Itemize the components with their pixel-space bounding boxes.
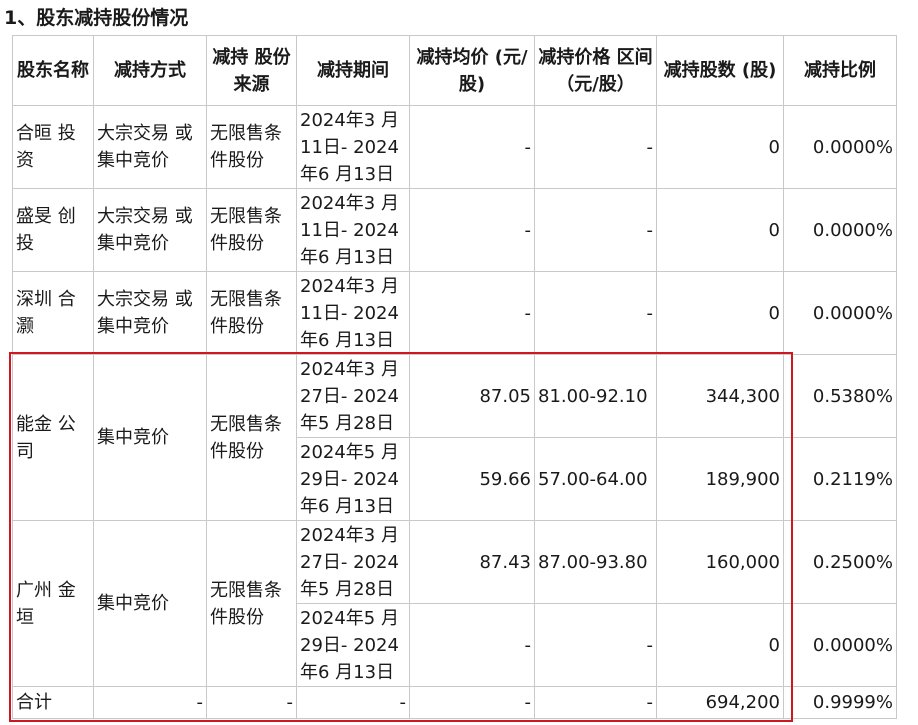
- header-holder: 股东名称: [12, 35, 94, 106]
- header-period: 减持期间: [296, 35, 410, 106]
- source-cell: 无限售条件股份: [206, 354, 297, 521]
- total-shares-cell: 694,200: [656, 686, 784, 719]
- period-cell: 2024年3 月11日- 2024年6 月13日: [296, 188, 410, 272]
- header-price-range: 减持价格 区间 （元/股）: [534, 35, 657, 106]
- total-period-cell: -: [296, 686, 410, 719]
- method-cell: 大宗交易 或集中竞价: [93, 188, 207, 272]
- avg-price-cell: 87.43: [409, 520, 535, 604]
- shares-cell: 0: [656, 271, 784, 355]
- source-cell: 无限售条件股份: [206, 105, 297, 189]
- ratio-cell: 0.0000%: [783, 271, 897, 355]
- avg-price-cell: -: [409, 603, 535, 687]
- source-cell: 无限售条件股份: [206, 188, 297, 272]
- period-cell: 2024年3 月27日- 2024年5 月28日: [296, 520, 410, 604]
- header-ratio: 减持比例: [783, 35, 897, 106]
- period-cell: 2024年3 月11日- 2024年6 月13日: [296, 105, 410, 189]
- avg-price-cell: 59.66: [409, 437, 535, 521]
- ratio-cell: 0.0000%: [783, 188, 897, 272]
- price-range-cell: -: [534, 271, 657, 355]
- method-cell: 集中竞价: [93, 354, 207, 521]
- total-avg-price-cell: -: [409, 686, 535, 719]
- avg-price-cell: 87.05: [409, 354, 535, 438]
- ratio-cell: 0.0000%: [783, 105, 897, 189]
- shares-cell: 0: [656, 188, 784, 272]
- price-range-cell: -: [534, 105, 657, 189]
- ratio-cell: 0.2119%: [783, 437, 897, 521]
- table-row: 合晅 投资 大宗交易 或集中竞价 无限售条件股份 2024年3 月11日- 20…: [12, 105, 897, 189]
- method-cell: 集中竞价: [93, 520, 207, 687]
- shares-cell: 344,300: [656, 354, 784, 438]
- total-row: 合计 - - - - - 694,200 0.9999%: [12, 686, 897, 719]
- holder-cell: 能金 公司: [12, 354, 94, 521]
- shares-cell: 189,900: [656, 437, 784, 521]
- avg-price-cell: -: [409, 105, 535, 189]
- holder-cell: 盛旻 创投: [12, 188, 94, 272]
- shares-cell: 0: [656, 603, 784, 687]
- total-price-range-cell: -: [534, 686, 657, 719]
- section-heading: 1、股东减持股份情况: [4, 7, 189, 29]
- ratio-cell: 0.5380%: [783, 354, 897, 438]
- source-cell: 无限售条件股份: [206, 520, 297, 687]
- method-cell: 大宗交易 或集中竞价: [93, 271, 207, 355]
- total-source-cell: -: [206, 686, 297, 719]
- price-range-cell: 87.00-93.80: [534, 520, 657, 604]
- header-avg-price: 减持均价 (元/股): [409, 35, 535, 106]
- table-row: 盛旻 创投 大宗交易 或集中竞价 无限售条件股份 2024年3 月11日- 20…: [12, 188, 897, 272]
- total-ratio-cell: 0.9999%: [783, 686, 897, 719]
- period-cell: 2024年3 月11日- 2024年6 月13日: [296, 271, 410, 355]
- price-range-cell: 57.00-64.00: [534, 437, 657, 521]
- period-cell: 2024年5 月29日- 2024年6 月13日: [296, 603, 410, 687]
- share-reduction-table: 股东名称 减持方式 减持 股份 来源 减持期间 减持均价 (元/股) 减持价格 …: [12, 35, 897, 719]
- ratio-cell: 0.2500%: [783, 520, 897, 604]
- avg-price-cell: -: [409, 271, 535, 355]
- avg-price-cell: -: [409, 188, 535, 272]
- price-range-cell: 81.00-92.10: [534, 354, 657, 438]
- total-label: 合计: [12, 686, 94, 719]
- table-row: 能金 公司 集中竞价 无限售条件股份 2024年3 月27日- 2024年5 月…: [12, 354, 897, 521]
- header-source: 减持 股份 来源: [206, 35, 297, 106]
- holder-cell: 合晅 投资: [12, 105, 94, 189]
- holder-cell: 广州 金垣: [12, 520, 94, 687]
- method-cell: 大宗交易 或集中竞价: [93, 105, 207, 189]
- price-range-cell: -: [534, 188, 657, 272]
- price-range-cell: -: [534, 603, 657, 687]
- header-shares: 减持股数 (股): [656, 35, 784, 106]
- holder-cell: 深圳 合灏: [12, 271, 94, 355]
- period-cell: 2024年3 月27日- 2024年5 月28日: [296, 354, 410, 438]
- ratio-cell: 0.0000%: [783, 603, 897, 687]
- total-method-cell: -: [93, 686, 207, 719]
- table-row: 深圳 合灏 大宗交易 或集中竞价 无限售条件股份 2024年3 月11日- 20…: [12, 271, 897, 355]
- table-header-row: 股东名称 减持方式 减持 股份 来源 减持期间 减持均价 (元/股) 减持价格 …: [12, 35, 897, 106]
- shares-cell: 160,000: [656, 520, 784, 604]
- shares-cell: 0: [656, 105, 784, 189]
- header-method: 减持方式: [93, 35, 207, 106]
- source-cell: 无限售条件股份: [206, 271, 297, 355]
- period-cell: 2024年5 月29日- 2024年6 月13日: [296, 437, 410, 521]
- table-row: 广州 金垣 集中竞价 无限售条件股份 2024年3 月27日- 2024年5 月…: [12, 520, 897, 687]
